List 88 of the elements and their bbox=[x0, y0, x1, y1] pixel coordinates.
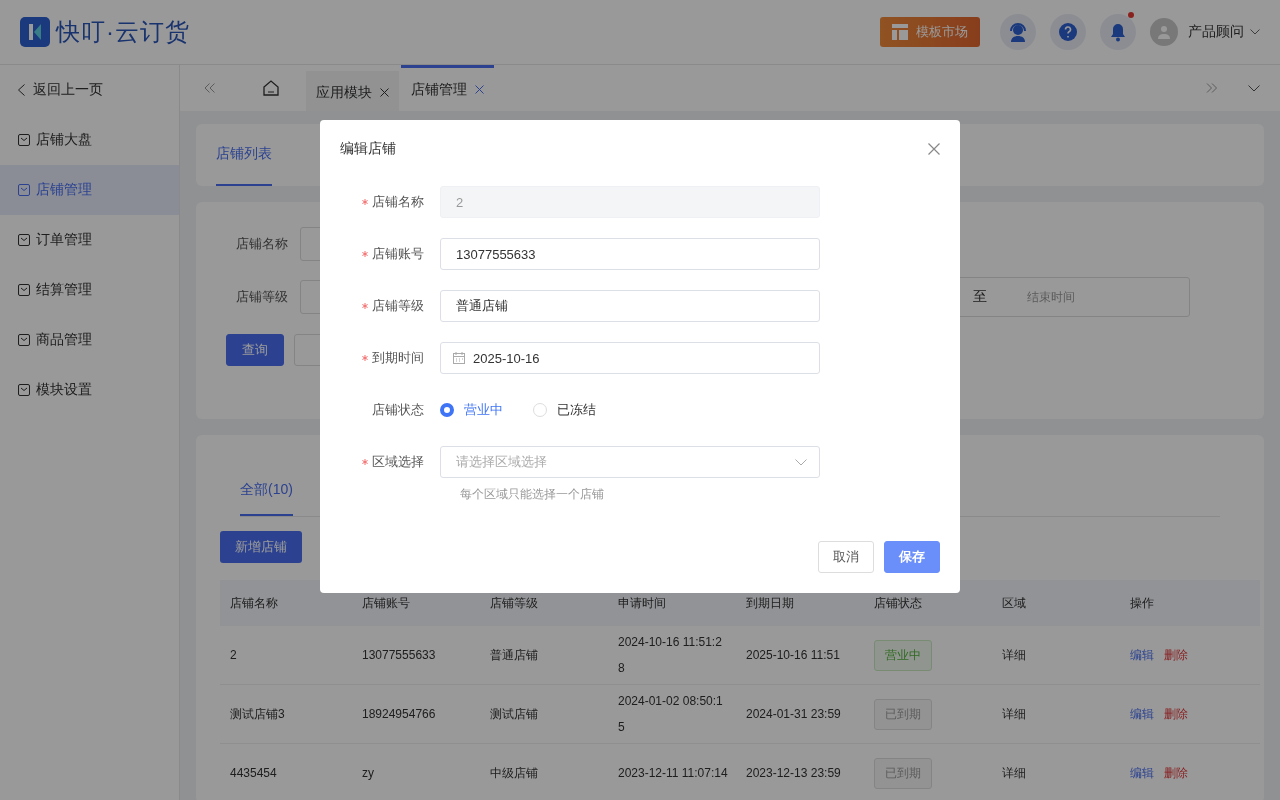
page-tab[interactable]: 应用模块 bbox=[306, 71, 399, 111]
mail-icon bbox=[18, 134, 30, 146]
save-button[interactable]: 保存 bbox=[884, 541, 940, 573]
chevron-down-icon bbox=[795, 458, 807, 466]
table-cell: 2024-01-31 23:59 bbox=[736, 685, 864, 744]
field-label: 店铺等级 bbox=[372, 297, 424, 315]
support-button[interactable] bbox=[1000, 14, 1036, 50]
close-button[interactable] bbox=[928, 143, 940, 155]
home-icon[interactable] bbox=[262, 79, 280, 97]
sidebar-item[interactable]: 商品管理 bbox=[0, 315, 179, 365]
table-cell: 普通店铺 bbox=[480, 626, 608, 685]
table-cell-text: 2023-12-11 11:07:14 bbox=[618, 765, 728, 782]
delete-link[interactable]: 删除 bbox=[1164, 764, 1188, 782]
status-tag: 营业中 bbox=[874, 639, 932, 671]
region-select[interactable]: 请选择区域选择 bbox=[440, 446, 820, 478]
filter-label: 店铺等级 bbox=[236, 288, 289, 306]
notification-dot-icon bbox=[1128, 12, 1134, 18]
chevron-down-icon bbox=[1250, 29, 1260, 35]
sidebar-item[interactable]: 订单管理 bbox=[0, 215, 179, 265]
chevron-down-icon[interactable] bbox=[1248, 84, 1260, 92]
sidebar-item[interactable]: 店铺大盘 bbox=[0, 115, 179, 165]
column-header: 店铺名称 bbox=[220, 580, 352, 626]
mail-icon bbox=[18, 184, 30, 196]
section-tab[interactable]: 店铺列表 bbox=[216, 124, 272, 186]
add-store-button[interactable]: 新增店铺 bbox=[220, 531, 302, 563]
logo-icon bbox=[20, 17, 50, 47]
edit-link[interactable]: 编辑 bbox=[1130, 764, 1154, 782]
sidebar-item[interactable]: 店铺管理 bbox=[0, 165, 179, 215]
filter-button[interactable]: 查询 bbox=[226, 334, 284, 366]
column-header: 操作 bbox=[1120, 580, 1260, 626]
mail-icon bbox=[18, 234, 30, 246]
close-icon bbox=[928, 143, 940, 155]
table-cell: 2 bbox=[220, 626, 352, 685]
table-cell-text: 2024-10-16 11:51:28 bbox=[618, 634, 723, 677]
edit-link[interactable]: 编辑 bbox=[1130, 705, 1154, 723]
help-icon bbox=[1058, 22, 1078, 42]
close-icon[interactable] bbox=[475, 85, 484, 94]
filter-label: 店铺名称 bbox=[236, 235, 289, 253]
delete-link[interactable]: 删除 bbox=[1164, 646, 1188, 664]
table-cell: 详细 bbox=[992, 685, 1120, 744]
date-picker[interactable]: 2025-10-16 bbox=[440, 342, 820, 374]
double-chevron-left-icon[interactable] bbox=[204, 83, 216, 93]
table-cell: 18924954766 bbox=[352, 685, 480, 744]
calendar-icon bbox=[453, 352, 465, 364]
column-header: 区域 bbox=[992, 580, 1120, 626]
chevron-left-icon bbox=[18, 84, 25, 96]
table-cell: 测试店铺 bbox=[480, 685, 608, 744]
close-icon[interactable] bbox=[380, 88, 389, 97]
table-cell: 详细 bbox=[992, 744, 1120, 800]
back-link[interactable]: 返回上一页 bbox=[0, 65, 179, 115]
table-cell: 2023-12-13 23:59 bbox=[736, 744, 864, 800]
edit-link[interactable]: 编辑 bbox=[1130, 646, 1154, 664]
table-cell: 2025-10-16 11:51 bbox=[736, 626, 864, 685]
table-cell: 中级店铺 bbox=[480, 744, 608, 800]
field-label: 店铺账号 bbox=[372, 245, 424, 263]
cancel-button[interactable]: 取消 bbox=[818, 541, 874, 573]
help-button[interactable] bbox=[1050, 14, 1086, 50]
radio-option[interactable]: 已冻结 bbox=[533, 401, 596, 419]
field-label: 店铺名称 bbox=[372, 193, 424, 211]
mail-icon bbox=[18, 334, 30, 346]
user-menu[interactable]: 产品顾问 bbox=[1188, 23, 1260, 41]
field-label: 区域选择 bbox=[372, 453, 424, 471]
mail-icon bbox=[18, 384, 30, 396]
table-cell-text: 2024-01-02 08:50:15 bbox=[618, 693, 724, 736]
field-label: 店铺状态 bbox=[372, 401, 424, 419]
user-icon bbox=[1157, 25, 1171, 39]
dialog-title: 编辑店铺 bbox=[340, 140, 396, 158]
headset-icon bbox=[1008, 22, 1028, 42]
radio-option[interactable]: 营业中 bbox=[440, 401, 503, 419]
list-tab[interactable]: 全部(10) bbox=[240, 465, 293, 516]
table-cell: 4435454 bbox=[220, 744, 352, 800]
layout-icon bbox=[892, 24, 908, 40]
delete-link[interactable]: 删除 bbox=[1164, 705, 1188, 723]
text-input[interactable]: 普通店铺 bbox=[440, 290, 820, 322]
table-cell: 13077555633 bbox=[352, 626, 480, 685]
table-cell: 测试店铺3 bbox=[220, 685, 352, 744]
table-cell: zy bbox=[352, 744, 480, 800]
table-cell: 详细 bbox=[992, 626, 1120, 685]
field-label: 到期时间 bbox=[372, 349, 424, 367]
template-market-button[interactable]: 模板市场 bbox=[880, 17, 980, 47]
bell-icon bbox=[1109, 22, 1127, 42]
mail-icon bbox=[18, 284, 30, 296]
text-input[interactable]: 13077555633 bbox=[440, 238, 820, 270]
sidebar-item[interactable]: 模块设置 bbox=[0, 365, 179, 415]
notification-button[interactable] bbox=[1100, 14, 1136, 50]
logo-text: 快叮·云订货 bbox=[56, 17, 190, 47]
field-hint: 每个区域只能选择一个店铺 bbox=[460, 486, 605, 503]
sidebar-item[interactable]: 结算管理 bbox=[0, 265, 179, 315]
